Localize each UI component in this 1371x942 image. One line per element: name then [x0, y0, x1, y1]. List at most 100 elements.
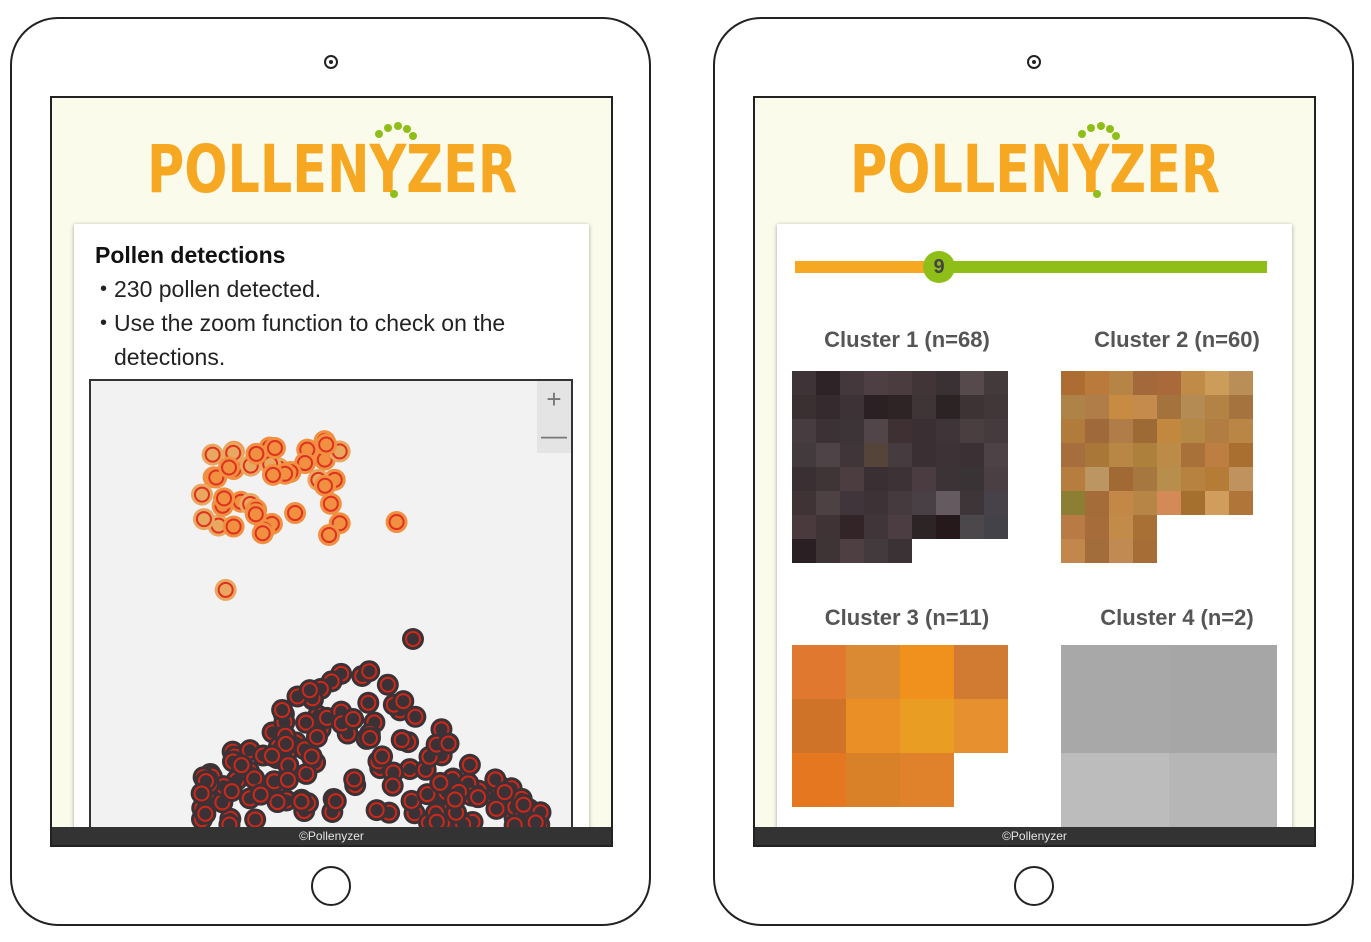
cluster-tile	[1061, 395, 1085, 419]
cluster-tile	[1205, 395, 1229, 419]
cluster-tile	[954, 699, 1008, 753]
cluster-tile	[1061, 419, 1085, 443]
cluster-tile	[1061, 467, 1085, 491]
cluster-tile	[888, 395, 912, 419]
cluster-tile	[912, 443, 936, 467]
screen-left: POLLENYZER Pollen detections 230 pollen …	[50, 96, 613, 847]
cluster-tile	[912, 395, 936, 419]
cluster-tile	[840, 395, 864, 419]
cluster-tile	[984, 395, 1008, 419]
cluster-tile	[1157, 371, 1181, 395]
cluster-tile	[1229, 515, 1253, 539]
cluster-tile	[1205, 467, 1229, 491]
cluster-tile	[840, 371, 864, 395]
cluster-tile	[1109, 515, 1133, 539]
pollenyzer-logo: POLLENYZER	[755, 120, 1314, 205]
cluster-tile	[792, 645, 846, 699]
zoom-control: + —	[537, 381, 571, 453]
cluster-tile	[900, 753, 954, 807]
screen-right: POLLENYZER 9 Cluster 1 (n=68) Cluster 2 …	[753, 96, 1316, 847]
cluster-tile	[792, 491, 816, 515]
cluster-tile	[1229, 491, 1253, 515]
cluster-tile	[864, 395, 888, 419]
cluster-4-label: Cluster 4 (n=2)	[1100, 605, 1254, 630]
cluster-tile	[1109, 371, 1133, 395]
cluster-tile	[936, 467, 960, 491]
cluster-tile	[846, 699, 900, 753]
home-button[interactable]	[310, 866, 351, 906]
cluster-tile	[1061, 515, 1085, 539]
cluster-tile	[1253, 371, 1277, 395]
cluster-tile	[1253, 467, 1277, 491]
cluster-tile	[984, 467, 1008, 491]
cluster-tile	[912, 515, 936, 539]
cluster-tile	[960, 419, 984, 443]
cluster-tile	[1085, 395, 1109, 419]
cluster-tile	[840, 539, 864, 563]
cluster-tile	[936, 371, 960, 395]
cluster-tile	[1109, 467, 1133, 491]
cluster-tile	[1253, 491, 1277, 515]
cluster-tile	[1205, 491, 1229, 515]
cluster-tile	[1157, 467, 1181, 491]
cluster-tile	[1109, 419, 1133, 443]
cluster-tile	[816, 491, 840, 515]
cluster-tile	[984, 515, 1008, 539]
cluster-tile	[888, 443, 912, 467]
cluster-tile	[1133, 371, 1157, 395]
cluster-tile	[1229, 467, 1253, 491]
cluster-tile	[1061, 491, 1085, 515]
cluster-tile	[1229, 371, 1253, 395]
cluster-tile	[1061, 539, 1085, 563]
cluster-tile	[1133, 515, 1157, 539]
cluster-tile	[1205, 419, 1229, 443]
cluster-tile	[888, 539, 912, 563]
tablet-left: POLLENYZER Pollen detections 230 pollen …	[10, 17, 651, 926]
cluster-tile	[864, 515, 888, 539]
cluster-tile	[1085, 419, 1109, 443]
cluster-tile	[960, 515, 984, 539]
cluster-tile	[1157, 515, 1181, 539]
cluster-2-label: Cluster 2 (n=60)	[1094, 327, 1260, 352]
cluster-tile	[816, 515, 840, 539]
cluster-tile	[1205, 371, 1229, 395]
cluster-tile	[816, 419, 840, 443]
cluster-tile	[1133, 467, 1157, 491]
cluster-tile	[846, 645, 900, 699]
cluster-tile	[900, 645, 954, 699]
cluster-1-label: Cluster 1 (n=68)	[824, 327, 990, 352]
cluster-tile	[1229, 419, 1253, 443]
cluster-tile	[1157, 419, 1181, 443]
pollen-image	[190, 430, 552, 827]
cluster-tile	[864, 467, 888, 491]
clusters-card: 9 Cluster 1 (n=68) Cluster 2 (n=60) Clus…	[777, 224, 1292, 845]
slider-track-left	[795, 261, 935, 273]
zoom-out-button[interactable]: —	[537, 417, 571, 453]
cluster-tile	[1181, 443, 1205, 467]
cluster-tile	[1085, 443, 1109, 467]
cluster-tile	[984, 491, 1008, 515]
cluster-tile	[792, 419, 816, 443]
cluster-tile	[1205, 443, 1229, 467]
cluster-tile	[1157, 443, 1181, 467]
cluster-tile	[936, 515, 960, 539]
cluster-tile	[1229, 443, 1253, 467]
cluster-tile	[864, 491, 888, 515]
cluster-tile	[840, 491, 864, 515]
cluster-count-slider[interactable]: 9	[795, 251, 1267, 283]
home-button[interactable]	[1013, 866, 1054, 906]
cluster-tile	[1157, 395, 1181, 419]
cluster-tile	[840, 419, 864, 443]
zoom-in-button[interactable]: +	[537, 381, 571, 417]
cluster-tile	[1133, 539, 1157, 563]
slider-knob[interactable]: 9	[923, 251, 955, 283]
cluster-tile	[1181, 467, 1205, 491]
cluster-tile	[1253, 515, 1277, 539]
pollenyzer-logo: POLLENYZER	[52, 120, 611, 205]
cluster-tile	[1181, 395, 1205, 419]
cluster-tile	[888, 419, 912, 443]
cluster-tile	[864, 371, 888, 395]
detection-map[interactable]: + —	[89, 379, 573, 829]
cluster-tile	[792, 515, 816, 539]
cluster-tile	[936, 395, 960, 419]
